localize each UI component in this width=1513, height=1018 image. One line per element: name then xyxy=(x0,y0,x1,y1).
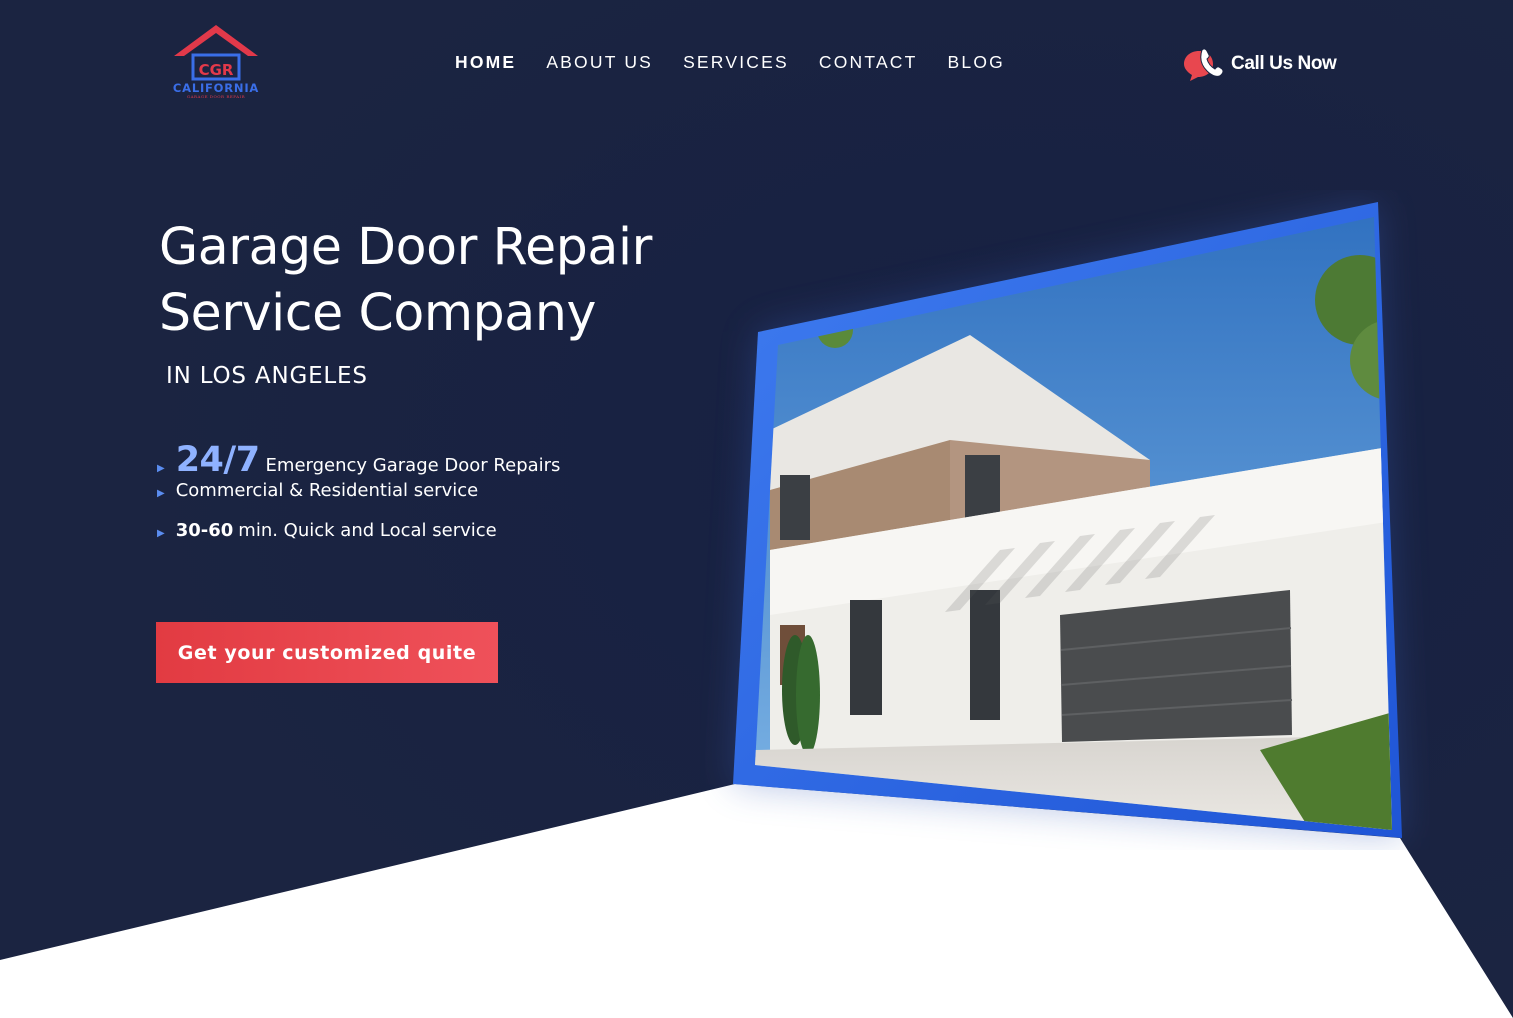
feature-item: ▶ 30-60 min. Quick and Local service xyxy=(157,520,560,560)
hero-title-line-2: Service Company xyxy=(159,283,596,342)
main-nav: HOME ABOUT US SERVICES CONTACT BLOG xyxy=(455,52,1035,72)
feature-list: ▶ 24/7 Emergency Garage Door Repairs ▶ C… xyxy=(157,440,560,560)
feature-text: Commercial & Residential service xyxy=(175,480,479,501)
nav-contact[interactable]: CONTACT xyxy=(819,52,918,72)
feature-item: ▶ 24/7 Emergency Garage Door Repairs xyxy=(157,440,560,480)
triangle-bullet-icon: ▶ xyxy=(157,463,165,474)
house-image xyxy=(733,202,1402,838)
hero-subtitle: IN LOS ANGELES xyxy=(166,363,368,389)
triangle-bullet-icon: ▶ xyxy=(157,488,165,499)
logo-name: CALIFORNIA xyxy=(172,81,260,95)
logo-tagline: GARAGE DOOR REPAIR xyxy=(186,94,246,99)
nav-home[interactable]: HOME xyxy=(455,52,516,72)
feature-strong: 30-60 xyxy=(175,520,234,541)
hero-title-line-1: Garage Door Repair xyxy=(159,217,652,276)
logo-monogram: CGR xyxy=(199,61,234,79)
feature-text: Emergency Garage Door Repairs xyxy=(265,455,561,476)
garage-house-logo-icon: CGR xyxy=(174,25,258,81)
nav-services[interactable]: SERVICES xyxy=(683,52,789,72)
nav-blog[interactable]: BLOG xyxy=(948,52,1005,72)
feature-item: ▶ Commercial & Residential service xyxy=(157,480,560,520)
phone-chat-icon xyxy=(1184,48,1224,81)
triangle-bullet-icon: ▶ xyxy=(157,528,165,539)
call-us-button[interactable]: Call Us Now xyxy=(1182,46,1337,82)
feature-highlight: 24/7 xyxy=(175,440,260,480)
company-logo[interactable]: CGR CALIFORNIA GARAGE DOOR REPAIR xyxy=(166,22,268,100)
get-quote-button[interactable]: Get your customized quite xyxy=(156,622,498,683)
hero-title: Garage Door Repair Service Company xyxy=(159,214,652,346)
nav-about-us[interactable]: ABOUT US xyxy=(546,52,653,72)
call-us-label: Call Us Now xyxy=(1231,53,1337,74)
feature-text: min. Quick and Local service xyxy=(238,520,497,541)
